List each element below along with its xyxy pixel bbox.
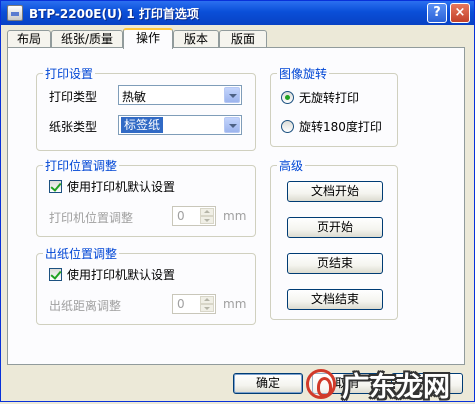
window-title: BTP-2200E(U) 1 打印首选项 (29, 7, 199, 21)
watermark-text: 广东龙网 (342, 372, 450, 403)
tab-version[interactable]: 版本 (173, 30, 219, 48)
printer-position-unit: mm (223, 209, 247, 223)
paper-out-default-label[interactable]: 使用打印机默认设置 (67, 266, 175, 283)
chevron-down-icon[interactable] (224, 117, 240, 133)
paper-type-value: 标签纸 (121, 117, 164, 133)
tab-operation[interactable]: 操作 (123, 28, 173, 49)
print-type-value: 热敏 (122, 90, 147, 104)
rotate-180-radio[interactable] (281, 120, 294, 133)
spin-down-icon[interactable] (200, 304, 214, 312)
operation-tab-panel: 打印设置 打印类型 热敏 纸张类型 标签纸 图像旋转 无旋转打印 旋转180度打… (7, 47, 465, 365)
close-button[interactable]: × (450, 3, 470, 23)
print-position-default-label[interactable]: 使用打印机默认设置 (67, 178, 175, 195)
printer-icon (7, 5, 23, 21)
spin-down-icon[interactable] (200, 216, 214, 224)
print-position-title: 打印位置调整 (43, 157, 120, 174)
title-bar[interactable]: BTP-2200E(U) 1 打印首选项 ? × (1, 1, 474, 25)
document-end-button[interactable]: 文档结束 (287, 289, 383, 310)
print-type-label: 打印类型 (49, 90, 98, 104)
site-watermark: 广东龙网 (306, 363, 475, 403)
tab-layout[interactable]: 布局 (7, 30, 51, 48)
tab-page-layout[interactable]: 版面 (219, 30, 267, 48)
printer-position-value: 0 (177, 209, 185, 223)
print-settings-title: 打印设置 (43, 65, 96, 82)
advanced-title: 高级 (277, 157, 306, 174)
watermark-logo-icon (306, 369, 336, 399)
printer-position-adjust-label: 打印机位置调整 (49, 211, 134, 225)
paper-out-distance-value: 0 (177, 297, 185, 311)
paper-type-dropdown[interactable]: 标签纸 (118, 115, 242, 135)
rotate-180-label[interactable]: 旋转180度打印 (299, 118, 382, 135)
help-button[interactable]: ? (427, 3, 447, 23)
spin-up-icon[interactable] (200, 208, 214, 216)
print-position-group: 打印位置调整 使用打印机默认设置 打印机位置调整 0 mm (36, 157, 256, 237)
no-rotation-radio[interactable] (281, 91, 294, 104)
advanced-group: 高级 文档开始 页开始 页结束 文档结束 (270, 157, 398, 320)
spin-up-icon[interactable] (200, 296, 214, 304)
print-preferences-dialog: BTP-2200E(U) 1 打印首选项 ? × 布局 纸张/质量 操作 版本 … (0, 0, 475, 403)
page-start-button[interactable]: 页开始 (287, 217, 383, 238)
image-rotation-group: 图像旋转 无旋转打印 旋转180度打印 (270, 65, 398, 147)
paper-out-default-checkbox[interactable] (49, 268, 62, 281)
printer-position-stepper[interactable]: 0 (172, 206, 216, 226)
print-settings-group: 打印设置 打印类型 热敏 纸张类型 标签纸 (36, 65, 256, 151)
print-type-dropdown[interactable]: 热敏 (118, 85, 242, 105)
paper-out-position-title: 出纸位置调整 (43, 245, 120, 262)
paper-out-distance-unit: mm (223, 297, 247, 311)
document-start-button[interactable]: 文档开始 (287, 181, 383, 202)
ok-button[interactable]: 确定 (233, 373, 303, 394)
tab-paper-quality[interactable]: 纸张/质量 (51, 30, 123, 48)
page-end-button[interactable]: 页结束 (287, 253, 383, 274)
paper-out-position-group: 出纸位置调整 使用打印机默认设置 出纸距离调整 0 mm (36, 245, 256, 325)
paper-out-distance-stepper[interactable]: 0 (172, 294, 216, 314)
paper-out-distance-label: 出纸距离调整 (49, 299, 122, 313)
paper-type-label: 纸张类型 (49, 120, 98, 134)
image-rotation-title: 图像旋转 (277, 65, 330, 82)
chevron-down-icon[interactable] (224, 87, 240, 103)
no-rotation-label[interactable]: 无旋转打印 (299, 89, 359, 106)
print-position-default-checkbox[interactable] (49, 180, 62, 193)
